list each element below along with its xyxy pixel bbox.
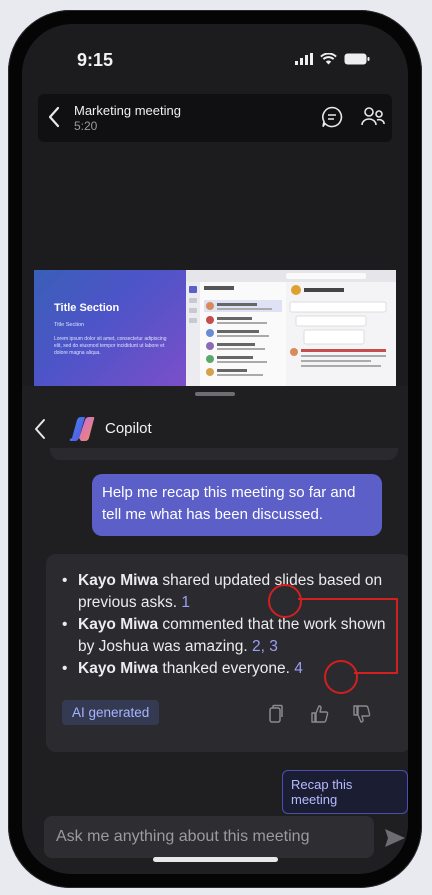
meeting-title: Marketing meeting — [74, 103, 181, 118]
thumbs-down-icon[interactable] — [352, 704, 372, 724]
wifi-icon — [320, 53, 337, 65]
annotation-line — [396, 598, 398, 674]
chat-icon[interactable] — [320, 105, 344, 129]
copy-icon[interactable] — [266, 704, 284, 724]
phone-frame: 9:15 Marketing meeting 5:20 Title Sectio… — [8, 10, 422, 888]
copilot-title: Copilot — [105, 420, 152, 437]
chevron-left-icon[interactable] — [34, 418, 46, 440]
ai-generated-badge: AI generated — [62, 700, 160, 725]
person-name: Kayo Miwa — [78, 572, 159, 589]
list-item: Kayo Miwa commented that the work shown … — [58, 614, 398, 658]
meeting-header: Marketing meeting 5:20 — [38, 94, 392, 142]
status-icons — [295, 53, 370, 65]
message-input-box[interactable] — [44, 816, 374, 858]
people-icon[interactable] — [360, 105, 386, 129]
status-time: 9:15 — [77, 50, 114, 70]
screen: 9:15 Marketing meeting 5:20 Title Sectio… — [22, 24, 408, 874]
home-indicator[interactable] — [153, 857, 278, 862]
battery-icon — [344, 53, 370, 65]
thumbs-up-icon[interactable] — [310, 704, 330, 724]
annotation-circle — [324, 660, 358, 694]
copilot-panel: Copilot Help me recap this meeting so fa… — [22, 386, 408, 874]
slide-title: Title Section — [54, 302, 120, 314]
slide-body: Lorem ipsum dolor sit amet, consectetur … — [54, 336, 167, 356]
message-input[interactable] — [44, 816, 374, 858]
user-message-bubble: Help me recap this meeting so far and te… — [92, 474, 382, 536]
copilot-response-card: Kayo Miwa shared updated slides based on… — [46, 554, 408, 752]
slide-subtitle: Title Section — [54, 322, 85, 328]
sheet-grabber[interactable] — [195, 392, 235, 396]
previous-message-edge — [50, 448, 398, 460]
send-icon[interactable] — [384, 828, 406, 848]
chevron-left-icon[interactable] — [48, 106, 60, 128]
shared-screen-preview: Title Section Title Section Lorem ipsum … — [34, 270, 396, 386]
person-name: Kayo Miwa — [78, 616, 159, 633]
meeting-elapsed: 5:20 — [74, 119, 98, 133]
person-name: Kayo Miwa — [78, 660, 159, 677]
annotation-circle — [268, 584, 302, 618]
citation-link[interactable]: 2, 3 — [252, 638, 278, 655]
citation-link[interactable]: 4 — [294, 660, 303, 677]
app-window-thumbnail — [186, 270, 396, 386]
presentation-slide: Title Section Title Section Lorem ipsum … — [34, 270, 186, 386]
annotation-line — [298, 598, 398, 600]
signal-icon — [295, 53, 313, 65]
shared-app-window — [186, 270, 396, 386]
list-item: Kayo Miwa shared updated slides based on… — [58, 570, 398, 614]
annotation-line — [354, 672, 398, 674]
copilot-logo-icon — [69, 417, 95, 441]
citation-link[interactable]: 1 — [181, 594, 190, 611]
recap-meeting-suggestion[interactable]: Recap this meeting — [282, 770, 408, 814]
